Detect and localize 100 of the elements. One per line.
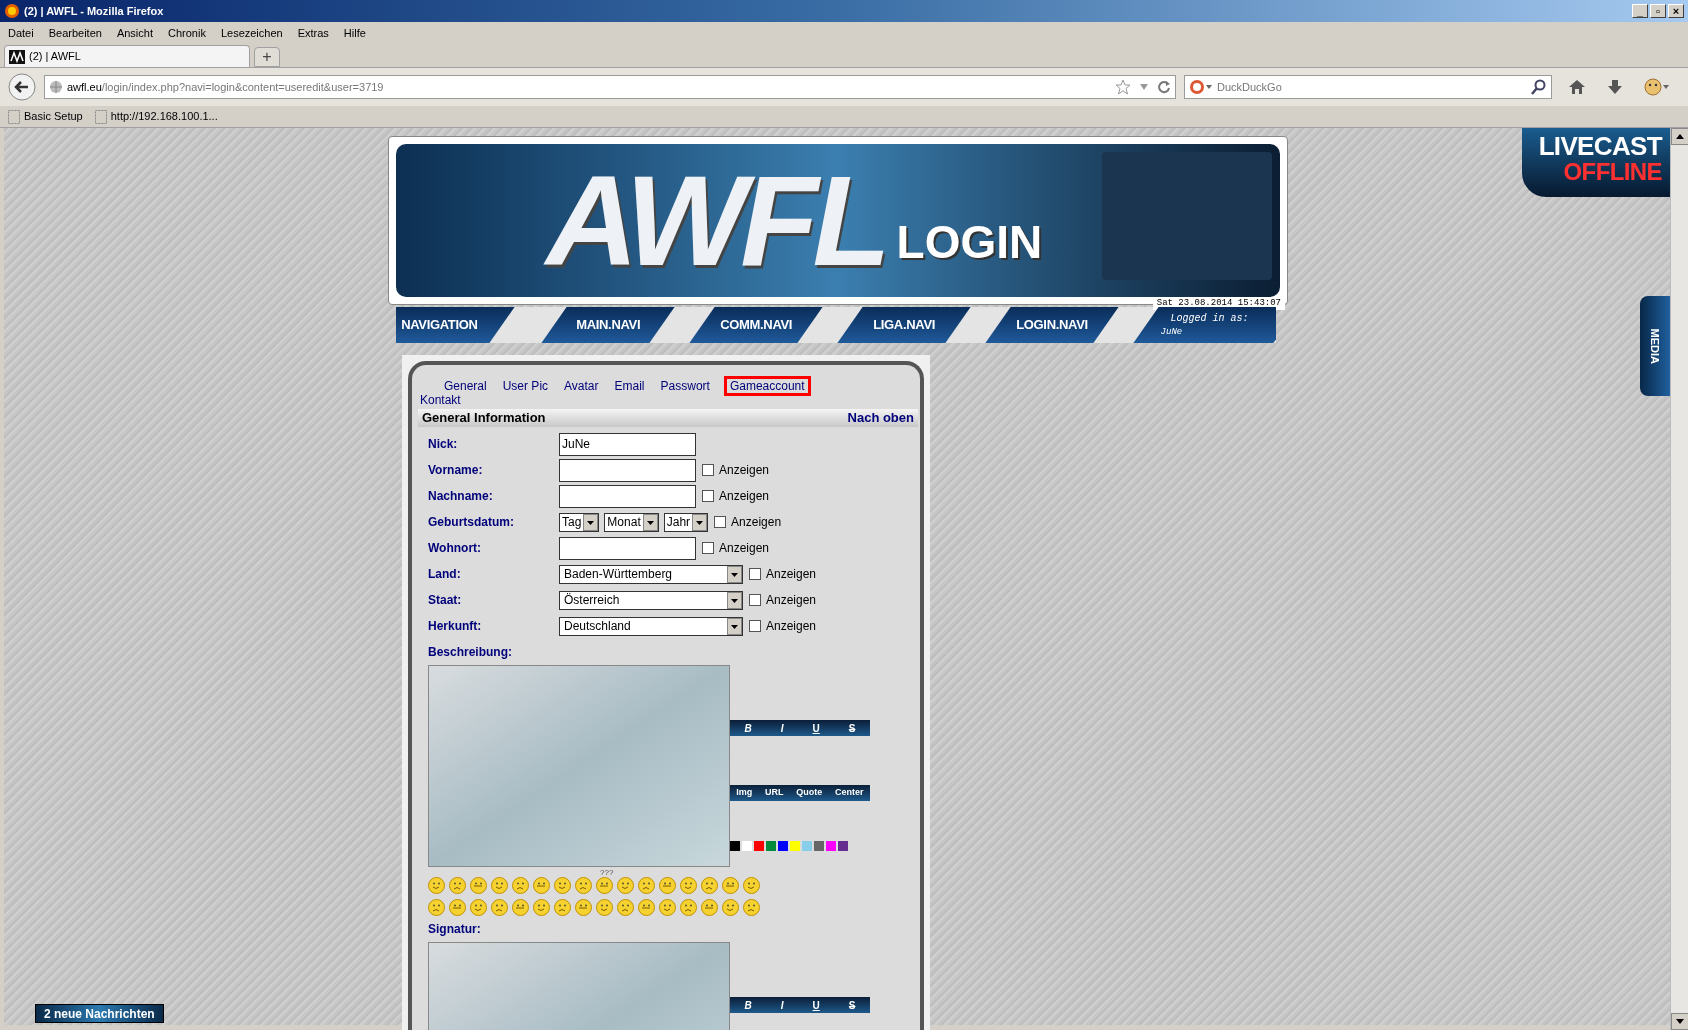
smiley-icon[interactable] — [701, 899, 718, 916]
profile-tab[interactable]: Passwort — [658, 379, 712, 393]
smiley-icon[interactable] — [512, 899, 529, 916]
smiley-icon[interactable] — [743, 899, 760, 916]
menu-item[interactable]: Extras — [297, 24, 329, 42]
checkbox[interactable] — [749, 620, 761, 632]
menu-item[interactable]: Chronik — [168, 24, 206, 42]
profile-tab[interactable]: Email — [612, 379, 647, 393]
dropdown[interactable]: Tag — [559, 512, 600, 532]
dropdown[interactable]: Baden-Württemberg — [559, 564, 743, 584]
top-link[interactable]: Nach oben — [847, 408, 914, 428]
color-swatch[interactable] — [742, 841, 752, 851]
window-button[interactable]: _ — [1632, 4, 1648, 18]
search-field[interactable]: DuckDuckGo — [1184, 75, 1552, 99]
scrollbar[interactable] — [1670, 128, 1688, 1030]
smiley-icon[interactable] — [617, 899, 634, 916]
smiley-icon[interactable] — [638, 899, 655, 916]
smiley-icon[interactable] — [617, 877, 634, 894]
checkbox[interactable] — [714, 516, 727, 528]
insert-button[interactable]: Img — [736, 786, 753, 800]
format-button[interactable]: U — [812, 720, 820, 736]
menu-item[interactable]: Ansicht — [116, 24, 153, 42]
livecast-badge[interactable]: LIVECAST OFFLINE — [1522, 128, 1670, 197]
star-icon[interactable] — [1115, 79, 1131, 95]
color-swatch[interactable] — [838, 841, 848, 851]
text-field[interactable] — [559, 536, 696, 560]
smiley-icon[interactable] — [554, 899, 571, 916]
insert-button[interactable]: URL — [765, 786, 784, 800]
format-button[interactable]: U — [812, 997, 820, 1013]
smiley-icon[interactable] — [722, 899, 739, 916]
smiley-icon[interactable] — [491, 877, 508, 894]
smiley-icon[interactable] — [554, 877, 571, 894]
smiley-icon[interactable] — [659, 899, 676, 916]
insert-button[interactable]: Center — [835, 786, 864, 800]
color-swatch[interactable] — [814, 841, 824, 851]
back-icon[interactable] — [8, 73, 36, 101]
smiley-icon[interactable] — [491, 899, 508, 916]
smiley-icon[interactable] — [533, 877, 550, 894]
search-icon[interactable] — [1531, 79, 1547, 95]
smiley-icon[interactable] — [743, 877, 760, 894]
new-tab-button[interactable]: + — [254, 47, 280, 67]
smiley-icon[interactable] — [512, 877, 529, 894]
nav-link[interactable]: LOGIN.NAVI — [985, 307, 1119, 343]
text-field[interactable] — [559, 484, 696, 508]
checkbox[interactable] — [749, 568, 761, 580]
color-swatch[interactable] — [754, 841, 764, 851]
text-field[interactable]: JuNe — [559, 432, 696, 456]
checkbox[interactable] — [702, 490, 714, 502]
smiley-icon[interactable] — [470, 899, 487, 916]
nav-link[interactable]: COMM.NAVI — [689, 307, 823, 343]
dropdown[interactable]: Monat — [604, 512, 659, 532]
smiley-icon[interactable] — [659, 877, 676, 894]
notification-bar[interactable]: 2 neue Nachrichten — [35, 1004, 164, 1023]
smiley-icon[interactable] — [428, 899, 445, 916]
dropdown[interactable]: Deutschland — [559, 616, 743, 636]
smiley-icon[interactable] — [428, 877, 445, 894]
address-bar[interactable]: awfl.eu/login/index.php?navi=login&content=useredit&user=3719 — [44, 75, 1176, 99]
profile-tab[interactable]: User Pic — [500, 379, 551, 393]
format-button[interactable]: B — [744, 997, 752, 1013]
profile-tab[interactable]: Kontakt — [418, 393, 463, 407]
dropdown[interactable]: Jahr — [663, 512, 709, 532]
nav-link[interactable]: LIGA.NAVI — [837, 307, 971, 343]
smiley-icon[interactable] — [596, 899, 613, 916]
insert-button[interactable]: Quote — [796, 786, 823, 800]
menu-item[interactable]: Bearbeiten — [48, 24, 102, 42]
menu-item[interactable]: Datei — [8, 24, 34, 42]
checkbox[interactable] — [749, 594, 761, 606]
color-swatch[interactable] — [730, 841, 740, 851]
checkbox[interactable] — [702, 542, 714, 554]
smiley-icon[interactable] — [680, 899, 697, 916]
smiley-icon[interactable] — [638, 877, 655, 894]
format-button[interactable]: I — [780, 997, 784, 1013]
smiley-icon[interactable] — [575, 899, 592, 916]
profile-tab[interactable]: General — [442, 379, 489, 393]
nav-link[interactable]: MAIN.NAVI — [541, 307, 675, 343]
smiley-icon[interactable] — [596, 877, 613, 894]
reload-icon[interactable] — [1157, 80, 1171, 94]
smiley-icon[interactable] — [722, 877, 739, 894]
format-button[interactable]: S — [848, 720, 856, 736]
menu-item[interactable]: Lesezeichen — [220, 24, 283, 42]
smiley-icon[interactable] — [533, 899, 550, 916]
color-swatch[interactable] — [826, 841, 836, 851]
menu-item[interactable]: Hilfe — [343, 24, 366, 42]
media-tab[interactable]: MEDIA — [1640, 296, 1670, 396]
smiley-icon[interactable] — [470, 877, 487, 894]
smiley-icon[interactable] — [701, 877, 718, 894]
profile-tab[interactable]: Gameaccount — [723, 376, 811, 396]
text-field[interactable] — [559, 458, 696, 482]
color-swatch[interactable] — [778, 841, 788, 851]
format-button[interactable]: S — [848, 997, 856, 1013]
nav-link[interactable]: NAVIGATION — [396, 307, 515, 343]
smiley-icon[interactable] — [449, 899, 466, 916]
download-icon[interactable] — [1606, 78, 1624, 96]
color-swatch[interactable] — [802, 841, 812, 851]
bookmark-link[interactable]: Basic Setup — [24, 108, 83, 125]
color-swatch[interactable] — [766, 841, 776, 851]
profile-tab[interactable]: Avatar — [562, 379, 601, 393]
caret-icon[interactable] — [1139, 83, 1149, 91]
color-swatch[interactable] — [790, 841, 800, 851]
window-button[interactable]: × — [1668, 4, 1684, 18]
